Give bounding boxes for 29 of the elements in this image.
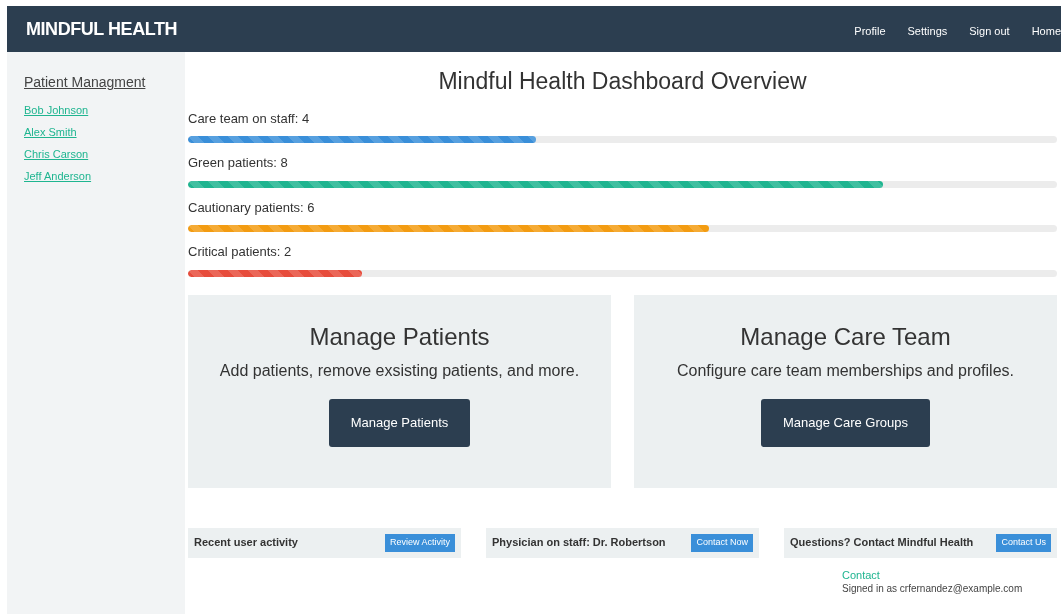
info-text: Recent user activity bbox=[194, 535, 298, 551]
info-button[interactable]: Contact Now bbox=[691, 533, 753, 552]
stat-label: Care team on staff: 4 bbox=[188, 109, 311, 128]
card-title: Manage Care Team bbox=[740, 321, 951, 352]
card-description: Configure care team memberships and profiles. bbox=[676, 360, 1014, 381]
info-text: Questions? Contact Mindful Health bbox=[790, 535, 974, 551]
nav-link[interactable]: Home bbox=[1031, 22, 1061, 40]
sidebar-title: Patient Managment bbox=[24, 73, 147, 92]
signed-in-text: Signed in as crfernandez@example.com bbox=[842, 581, 1024, 596]
dashboard-title: Mindful Health Dashboard Overview bbox=[437, 67, 808, 96]
info-button[interactable]: Contact Us bbox=[996, 533, 1051, 552]
patient-link[interactable]: Alex Smith bbox=[24, 121, 185, 143]
patient-link[interactable]: Chris Carson bbox=[24, 143, 185, 165]
stat-label: Cautionary patients: 6 bbox=[188, 198, 316, 217]
nav-link[interactable]: Profile bbox=[854, 22, 886, 40]
contact-link[interactable]: Contact bbox=[842, 567, 1057, 582]
card-button[interactable]: Manage Patients bbox=[328, 398, 471, 447]
nav-link[interactable]: Settings bbox=[907, 22, 948, 40]
stat-label: Green patients: 8 bbox=[188, 154, 289, 172]
card-description: Add patients, remove exsisting patients, and more. bbox=[219, 360, 580, 381]
card-title: Manage Patients bbox=[309, 321, 490, 352]
brand-logo: MINDFUL HEALTH bbox=[26, 17, 177, 41]
patient-link[interactable]: Jeff Anderson bbox=[24, 165, 185, 187]
patient-link[interactable]: Bob Johnson bbox=[24, 99, 185, 121]
nav-link[interactable]: Sign out bbox=[969, 22, 1010, 40]
info-button[interactable]: Review Activity bbox=[384, 533, 455, 552]
info-text: Physician on staff: Dr. Robertson bbox=[492, 535, 666, 551]
card-button[interactable]: Manage Care Groups bbox=[761, 398, 930, 447]
stat-label: Critical patients: 2 bbox=[188, 243, 293, 261]
